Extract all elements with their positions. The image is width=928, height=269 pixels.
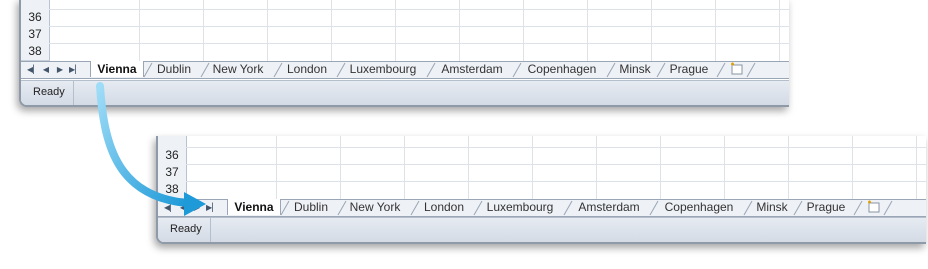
curved-arrow-icon xyxy=(96,82,206,216)
